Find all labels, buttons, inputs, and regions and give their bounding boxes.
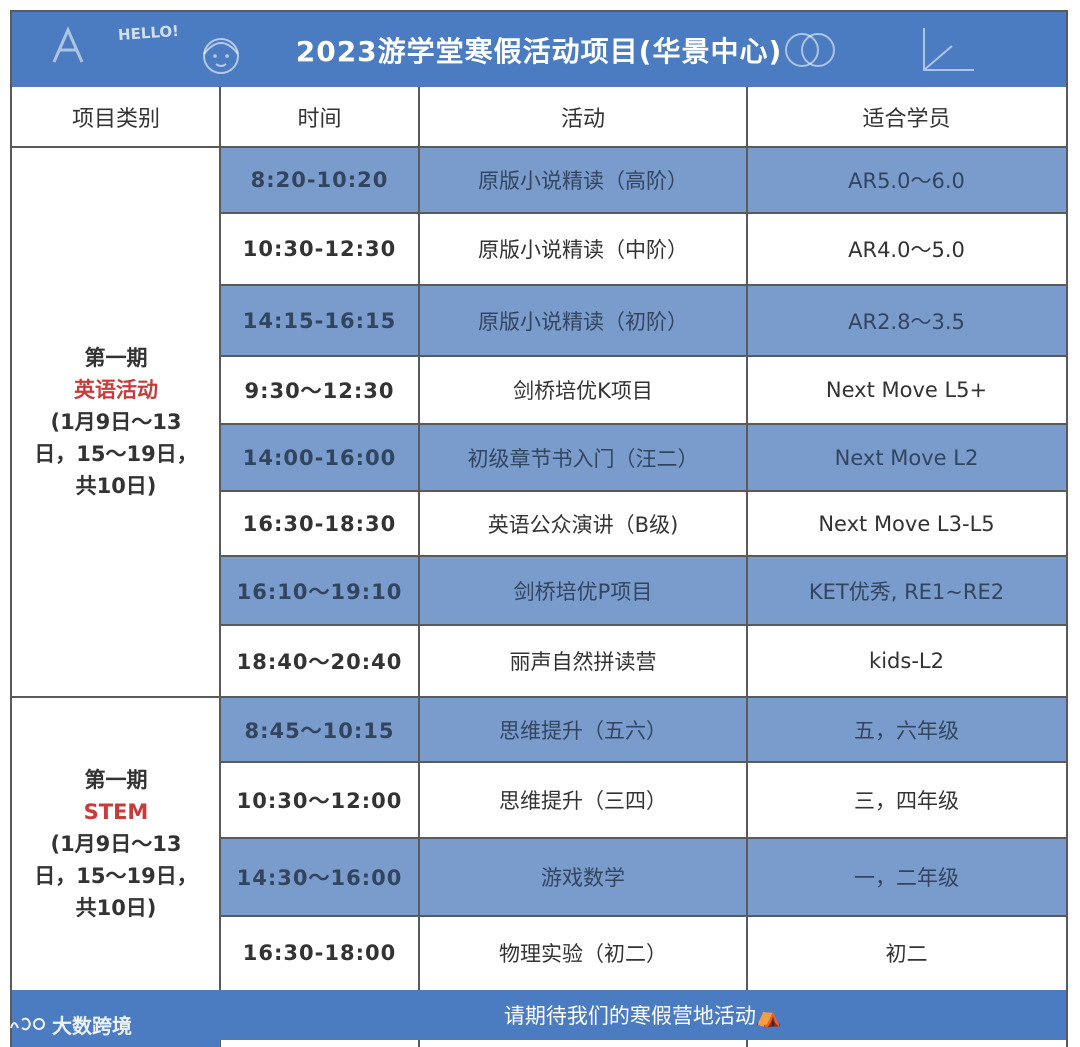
time-cell: 10:30-12:30	[220, 213, 419, 285]
activity-cell: 丽声自然拼读营	[419, 625, 747, 697]
activity-cell: 初级章节书入门（汪二）	[419, 424, 747, 491]
category-subject: STEM	[83, 799, 149, 824]
divider	[746, 87, 748, 1047]
footer-banner: 请期待我们的寒假营地活动⛺	[220, 990, 1066, 1040]
girl-face-doodle-icon	[203, 38, 239, 74]
time-cell: 8:45～10:15	[220, 697, 419, 762]
time-cell: 9:30～12:30	[220, 356, 419, 424]
students-cell: 五，六年级	[747, 697, 1066, 762]
category-subject: 英语活动	[74, 378, 158, 402]
students-cell: KET优秀, RE1~RE2	[747, 556, 1066, 625]
divider	[220, 490, 1066, 492]
category-dates-line: 日，15～19日，	[34, 442, 198, 466]
students-cell: AR4.0～5.0	[747, 213, 1066, 285]
category-english: 第一期 英语活动 (1月9日～13 日，15～19日， 共10日)	[12, 147, 220, 697]
category-period: 第一期	[84, 767, 148, 792]
venn-diagram-doodle-icon	[785, 33, 835, 67]
time-cell: 14:15-16:15	[220, 285, 419, 356]
divider	[219, 87, 221, 1047]
students-cell: Next Move L2	[747, 424, 1066, 491]
category-dates-line: 共10日)	[75, 895, 157, 920]
time-cell: 16:30-18:00	[220, 916, 419, 990]
divider	[418, 87, 420, 1047]
students-cell: 一，二年级	[747, 838, 1066, 916]
activity-cell: 思维提升（三四）	[419, 762, 747, 838]
category-stem: 第一期 STEM (1月9日～13 日，15～19日， 共10日)	[12, 697, 220, 990]
activity-cell: 英语公众演讲（B级)	[419, 491, 747, 556]
divider	[220, 696, 1066, 698]
activity-cell: 游戏数学	[419, 838, 747, 916]
watermark: 大数跨境	[8, 1010, 132, 1039]
activity-cell: 思维提升（五六）	[419, 697, 747, 762]
category-dates-line: (1月9日～13	[50, 831, 182, 856]
activity-cell: 原版小说精读（高阶）	[419, 147, 747, 213]
time-cell: 18:40～20:40	[220, 625, 419, 697]
category-dates-line: 共10日)	[75, 474, 157, 498]
divider	[220, 555, 1066, 557]
divider	[12, 696, 220, 698]
category-period: 第一期	[84, 346, 148, 370]
header-category: 项目类别	[12, 87, 220, 147]
students-cell: kids-L2	[747, 625, 1066, 697]
divider	[12, 146, 1066, 148]
divider	[220, 355, 1066, 357]
header-activity: 活动	[419, 87, 747, 147]
divider	[220, 915, 1066, 917]
time-cell: 10:30～12:00	[220, 762, 419, 838]
students-cell: Next Move L5+	[747, 356, 1066, 424]
students-cell: AR5.0～6.0	[747, 147, 1066, 213]
header-time: 时间	[220, 87, 419, 147]
divider	[220, 761, 1066, 763]
divider	[220, 423, 1066, 425]
divider	[220, 212, 1066, 214]
activity-cell: 剑桥培优K项目	[419, 356, 747, 424]
students-cell: 初二	[747, 916, 1066, 990]
activity-cell: 原版小说精读（初阶）	[419, 285, 747, 356]
time-cell: 16:10～19:10	[220, 556, 419, 625]
students-cell: AR2.8～3.5	[747, 285, 1066, 356]
watermark-text: 大数跨境	[52, 1014, 132, 1038]
footer-text: 请期待我们的寒假营地活动⛺	[503, 1004, 783, 1028]
watermark-logo-icon	[10, 1017, 46, 1030]
students-cell: Next Move L3-L5	[747, 491, 1066, 556]
letter-a-doodle-icon	[52, 26, 84, 63]
category-dates-line: 日，15～19日，	[34, 863, 198, 888]
activity-cell: 剑桥培优P项目	[419, 556, 747, 625]
activity-cell: 原版小说精读（中阶）	[419, 213, 747, 285]
time-cell: 14:00-16:00	[220, 424, 419, 491]
divider	[220, 624, 1066, 626]
divider	[220, 284, 1066, 286]
page-title: 2023游学堂寒假活动项目(华景中心)	[295, 34, 783, 68]
time-cell: 16:30-18:30	[220, 491, 419, 556]
students-cell: 三，四年级	[747, 762, 1066, 838]
axes-doodle-icon	[923, 28, 974, 71]
time-cell: 8:20-10:20	[220, 147, 419, 213]
activity-cell: 物理实验（初二）	[419, 916, 747, 990]
divider	[220, 837, 1066, 839]
header-students: 适合学员	[747, 87, 1066, 147]
category-dates-line: (1月9日～13	[50, 410, 182, 434]
time-cell: 14:30～16:00	[220, 838, 419, 916]
